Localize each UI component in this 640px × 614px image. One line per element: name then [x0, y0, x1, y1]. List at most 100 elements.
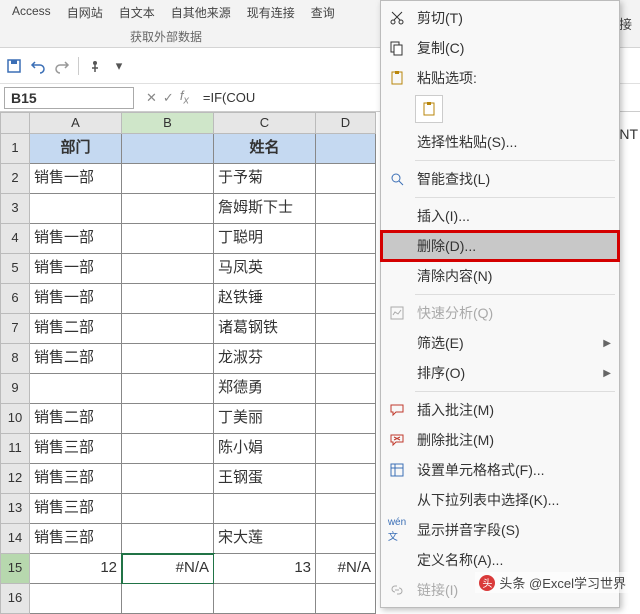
cell-C11[interactable]: 陈小娟 — [214, 434, 316, 464]
row-header[interactable]: 12 — [0, 464, 30, 494]
cell-B6[interactable] — [122, 284, 214, 314]
cell-A9[interactable] — [30, 374, 122, 404]
col-header-a[interactable]: A — [30, 112, 122, 134]
cell-B11[interactable] — [122, 434, 214, 464]
cell-C2[interactable]: 于予菊 — [214, 164, 316, 194]
ribbon-other[interactable]: 自其他来源 — [167, 2, 235, 23]
cell-D15[interactable]: #N/A — [316, 554, 376, 584]
menu-cut[interactable]: 剪切(T) — [381, 3, 619, 33]
row-header[interactable]: 10 — [0, 404, 30, 434]
row-header[interactable]: 1 — [0, 134, 30, 164]
row-header[interactable]: 16 — [0, 584, 30, 614]
cell-B16[interactable] — [122, 584, 214, 614]
cell-D2[interactable] — [316, 164, 376, 194]
enter-formula-icon[interactable]: ✓ — [163, 90, 174, 106]
menu-insert-comment[interactable]: 插入批注(M) — [381, 395, 619, 425]
cell-C8[interactable]: 龙淑芬 — [214, 344, 316, 374]
cancel-formula-icon[interactable]: ✕ — [146, 90, 157, 106]
menu-define-name[interactable]: 定义名称(A)... — [381, 545, 619, 575]
menu-format-cells[interactable]: 设置单元格格式(F)... — [381, 455, 619, 485]
cell-C10[interactable]: 丁美丽 — [214, 404, 316, 434]
menu-clear[interactable]: 清除内容(N) — [381, 261, 619, 291]
redo-icon[interactable] — [54, 58, 70, 74]
cell-D1[interactable] — [316, 134, 376, 164]
cell-D11[interactable] — [316, 434, 376, 464]
cell-A10[interactable]: 销售二部 — [30, 404, 122, 434]
menu-delete[interactable]: 删除(D)... — [381, 231, 619, 261]
row-header[interactable]: 4 — [0, 224, 30, 254]
cell-C15[interactable]: 13 — [214, 554, 316, 584]
cell-A1[interactable]: 部门 — [30, 134, 122, 164]
row-header[interactable]: 14 — [0, 524, 30, 554]
ribbon-web[interactable]: 自网站 — [63, 2, 107, 23]
cell-B2[interactable] — [122, 164, 214, 194]
cell-A8[interactable]: 销售二部 — [30, 344, 122, 374]
cell-D10[interactable] — [316, 404, 376, 434]
menu-delete-comment[interactable]: 删除批注(M) — [381, 425, 619, 455]
ribbon-existing[interactable]: 现有连接 — [243, 2, 299, 23]
cell-B15[interactable]: #N/A — [122, 554, 214, 584]
paste-default-button[interactable] — [415, 95, 443, 123]
row-header[interactable]: 15 — [0, 554, 30, 584]
menu-paste-special[interactable]: 选择性粘贴(S)... — [381, 127, 619, 157]
cell-C13[interactable] — [214, 494, 316, 524]
cell-B13[interactable] — [122, 494, 214, 524]
cell-B10[interactable] — [122, 404, 214, 434]
cell-D13[interactable] — [316, 494, 376, 524]
row-header[interactable]: 6 — [0, 284, 30, 314]
cell-C5[interactable]: 马凤英 — [214, 254, 316, 284]
col-header-d[interactable]: D — [316, 112, 376, 134]
ribbon-query[interactable]: 查询 — [307, 2, 339, 23]
fx-icon[interactable]: fx — [180, 88, 189, 107]
dropdown-icon[interactable]: ▾ — [111, 58, 127, 74]
row-header[interactable]: 2 — [0, 164, 30, 194]
cell-C14[interactable]: 宋大莲 — [214, 524, 316, 554]
cell-B7[interactable] — [122, 314, 214, 344]
menu-insert[interactable]: 插入(I)... — [381, 201, 619, 231]
cell-B5[interactable] — [122, 254, 214, 284]
cell-A12[interactable]: 销售三部 — [30, 464, 122, 494]
select-all-corner[interactable] — [0, 112, 30, 134]
col-header-b[interactable]: B — [122, 112, 214, 134]
cell-C12[interactable]: 王钢蛋 — [214, 464, 316, 494]
cell-A7[interactable]: 销售二部 — [30, 314, 122, 344]
name-box[interactable]: B15 — [4, 87, 134, 109]
cell-B12[interactable] — [122, 464, 214, 494]
cell-B1[interactable] — [122, 134, 214, 164]
cell-B9[interactable] — [122, 374, 214, 404]
cell-A4[interactable]: 销售一部 — [30, 224, 122, 254]
row-header[interactable]: 8 — [0, 344, 30, 374]
cell-A3[interactable] — [30, 194, 122, 224]
cell-D12[interactable] — [316, 464, 376, 494]
cell-B8[interactable] — [122, 344, 214, 374]
cell-A2[interactable]: 销售一部 — [30, 164, 122, 194]
cell-A5[interactable]: 销售一部 — [30, 254, 122, 284]
cell-C16[interactable] — [214, 584, 316, 614]
cell-D16[interactable] — [316, 584, 376, 614]
cell-D4[interactable] — [316, 224, 376, 254]
cell-C7[interactable]: 诸葛钢铁 — [214, 314, 316, 344]
row-header[interactable]: 9 — [0, 374, 30, 404]
menu-smart-lookup[interactable]: 智能查找(L) — [381, 164, 619, 194]
undo-icon[interactable] — [30, 58, 46, 74]
cell-B4[interactable] — [122, 224, 214, 254]
cell-A15[interactable]: 12 — [30, 554, 122, 584]
cell-B14[interactable] — [122, 524, 214, 554]
cell-C1[interactable]: 姓名 — [214, 134, 316, 164]
cell-D7[interactable] — [316, 314, 376, 344]
row-header[interactable]: 11 — [0, 434, 30, 464]
cell-D9[interactable] — [316, 374, 376, 404]
cell-D6[interactable] — [316, 284, 376, 314]
ribbon-text[interactable]: 自文本 — [115, 2, 159, 23]
cell-B3[interactable] — [122, 194, 214, 224]
cell-D3[interactable] — [316, 194, 376, 224]
ribbon-access[interactable]: Access — [8, 2, 55, 20]
cell-A6[interactable]: 销售一部 — [30, 284, 122, 314]
row-header[interactable]: 7 — [0, 314, 30, 344]
cell-D5[interactable] — [316, 254, 376, 284]
cell-A11[interactable]: 销售三部 — [30, 434, 122, 464]
touch-mode-icon[interactable] — [87, 58, 103, 74]
menu-sort[interactable]: 排序(O) ▶ — [381, 358, 619, 388]
cell-D8[interactable] — [316, 344, 376, 374]
save-icon[interactable] — [6, 58, 22, 74]
